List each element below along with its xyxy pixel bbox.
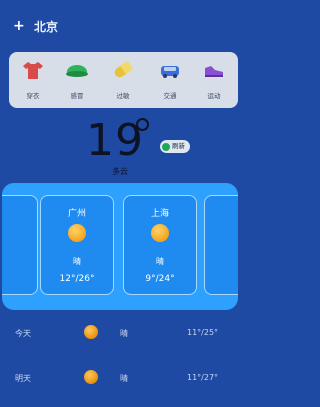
city-name: 广州 — [67, 209, 86, 219]
city-condition: 晴 — [156, 257, 164, 266]
forecast-row[interactable]: 明天 晴 11°/27° — [0, 368, 246, 388]
life-item-traffic[interactable]: 交通 — [150, 58, 190, 104]
city-card[interactable]: 上海 晴 9°/24° — [123, 195, 197, 295]
refresh-icon — [162, 142, 170, 151]
life-item-cold[interactable]: 感冒 — [57, 58, 97, 104]
city-card[interactable]: 广州 晴 12°/26° — [40, 195, 114, 295]
sunny-icon — [68, 224, 86, 242]
car-icon — [161, 66, 179, 78]
city-carousel[interactable]: 广州 晴 12°/26° 上海 晴 9°/24° — [2, 183, 238, 310]
current-condition: 多云 — [112, 167, 128, 176]
pill-icon — [114, 60, 134, 78]
hat-icon — [66, 65, 88, 77]
life-index-card: 穿衣 感冒 过敏 交通 运动 — [9, 52, 238, 108]
sunny-icon — [84, 370, 98, 384]
city-title[interactable]: 北京 — [34, 18, 58, 35]
forecast-condition: 晴 — [120, 329, 128, 338]
forecast-day: 明天 — [15, 374, 31, 383]
life-item-allergy[interactable]: 过敏 — [103, 58, 143, 104]
city-card-partial[interactable] — [204, 195, 238, 295]
refresh-button[interactable]: 刷新 — [160, 140, 190, 153]
city-condition: 晴 — [73, 257, 81, 266]
forecast-temperature: 11°/25° — [187, 328, 219, 337]
life-label: 过敏 — [116, 92, 130, 100]
degree-symbol — [136, 118, 149, 131]
life-label: 穿衣 — [26, 92, 40, 100]
life-label: 交通 — [163, 92, 177, 100]
life-item-clothing[interactable]: 穿衣 — [13, 58, 53, 104]
city-name: 上海 — [150, 209, 169, 219]
sunny-icon — [151, 224, 169, 242]
forecast-row[interactable]: 今天 晴 11°/25° — [0, 323, 246, 343]
life-label: 感冒 — [70, 92, 84, 100]
forecast-day: 今天 — [15, 329, 31, 338]
add-city-icon[interactable]: + — [13, 19, 25, 33]
refresh-label: 刷新 — [172, 142, 185, 150]
shoe-icon — [205, 66, 223, 77]
city-card-partial[interactable] — [2, 195, 38, 295]
life-item-sport[interactable]: 运动 — [194, 58, 234, 104]
city-temperature: 9°/24° — [145, 274, 175, 284]
shirt-icon — [23, 62, 43, 79]
life-label: 运动 — [207, 92, 221, 100]
city-temperature: 12°/26° — [59, 274, 95, 284]
forecast-condition: 晴 — [120, 374, 128, 383]
sunny-icon — [84, 325, 98, 339]
top-bar: + 北京 — [0, 16, 246, 38]
forecast-temperature: 11°/27° — [187, 373, 219, 382]
